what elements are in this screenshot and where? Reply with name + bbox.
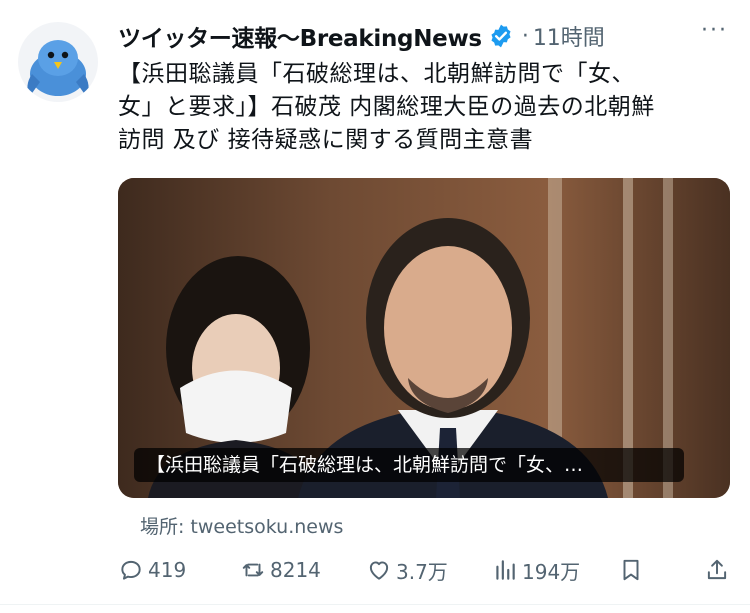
share-icon [707,559,727,580]
like-count: 3.7万 [396,559,448,584]
verified-icon [491,24,511,48]
media-caption: 【浜田聡議員「石破総理は、北朝鮮訪問で「女、… [134,448,684,482]
source-label: 場所: [140,516,185,538]
like-button[interactable]: 3.7万 [366,552,448,588]
bookmark-button[interactable] [618,552,648,588]
avatar[interactable] [18,22,98,102]
divider [0,604,750,605]
reply-icon [121,560,141,580]
tweet-header: ツイッター速報〜BreakingNews · 11時間 ··· [118,18,730,54]
reply-count: 419 [148,558,187,582]
tweet-media-card[interactable]: 【浜田聡議員「石破総理は、北朝鮮訪問で「女、… [118,178,730,498]
share-button[interactable] [704,552,734,588]
retweet-icon [242,563,264,577]
tweet-text: 【浜田聡議員「石破総理は、北朝鮮訪問で「女、 女」と要求」】石破茂 内閣総理大臣… [118,61,655,153]
link-source[interactable]: 場所: tweetsoku.news [140,512,343,539]
views-button[interactable]: 194万 [492,552,580,588]
timestamp[interactable]: 11時間 [533,20,605,52]
retweet-button[interactable]: 8214 [240,552,321,588]
views-icon [496,560,515,580]
source-domain: tweetsoku.news [190,516,344,538]
action-bar: 419 8214 3.7万 194万 [118,552,738,588]
views-count: 194万 [522,559,581,584]
bookmark-icon [623,559,639,581]
retweet-count: 8214 [270,558,321,582]
more-icon[interactable]: ··· [701,18,728,43]
avatar-bird-icon [27,40,89,96]
account-display-name[interactable]: ツイッター速報〜BreakingNews [118,19,482,53]
like-icon [369,561,389,580]
separator-dot: · [521,23,529,49]
reply-button[interactable]: 419 [118,552,186,588]
